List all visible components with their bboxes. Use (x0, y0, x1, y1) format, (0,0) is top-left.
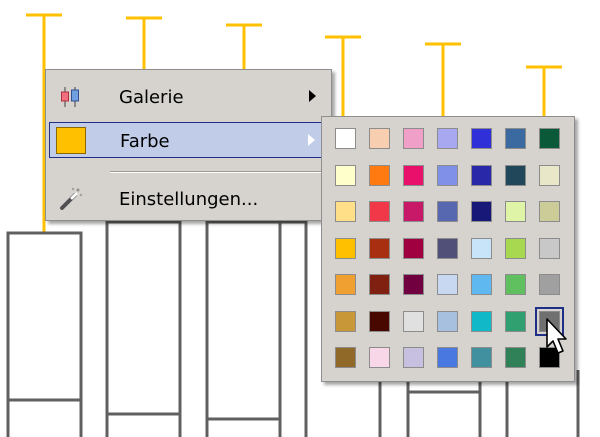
color-swatch-7[interactable] (335, 164, 356, 186)
box-2 (105, 220, 182, 437)
color-swatch-icon (56, 127, 86, 154)
color-swatch-45[interactable] (437, 347, 458, 368)
submenu-arrow-icon (309, 90, 316, 102)
color-swatch-9[interactable] (403, 164, 424, 186)
color-swatch-18[interactable] (471, 201, 492, 222)
menu-item-label: Farbe (120, 131, 170, 152)
color-swatch-4[interactable] (471, 128, 492, 149)
color-swatch-30[interactable] (403, 274, 424, 295)
color-swatch-22[interactable] (369, 237, 390, 259)
magic-wand-icon (60, 187, 83, 210)
color-swatch-6[interactable] (539, 128, 560, 149)
color-swatch-21[interactable] (335, 237, 356, 259)
color-swatch-42[interactable] (335, 347, 356, 368)
color-swatch-5[interactable] (505, 128, 526, 149)
color-swatch-1[interactable] (369, 128, 390, 149)
color-swatch-25[interactable] (471, 237, 492, 259)
color-swatch-32[interactable] (471, 274, 492, 295)
color-swatch-39[interactable] (471, 310, 492, 332)
color-swatch-15[interactable] (369, 201, 390, 222)
color-swatch-13[interactable] (539, 164, 560, 186)
color-swatch-31[interactable] (437, 274, 458, 295)
color-swatch-26[interactable] (505, 237, 526, 259)
color-swatch-35[interactable] (335, 310, 356, 332)
color-swatch-23[interactable] (403, 237, 424, 259)
color-swatch-34[interactable] (539, 274, 560, 295)
color-swatch-14[interactable] (335, 201, 356, 222)
color-palette-submenu (321, 116, 575, 382)
color-swatch-11[interactable] (471, 164, 492, 186)
color-swatch-20[interactable] (539, 201, 560, 222)
color-swatch-29[interactable] (369, 274, 390, 295)
color-swatch-10[interactable] (437, 164, 458, 186)
color-swatch-43[interactable] (369, 347, 390, 368)
color-swatch-44[interactable] (403, 347, 424, 368)
box-1 (6, 231, 83, 437)
mouse-pointer-icon (546, 318, 567, 354)
color-swatch-47[interactable] (505, 347, 526, 368)
color-swatch-24[interactable] (437, 237, 458, 259)
color-swatch-46[interactable] (471, 347, 492, 368)
menu-item-einstellungen[interactable]: Einstellungen... (49, 181, 328, 217)
color-swatch-38[interactable] (437, 310, 458, 332)
context-menu: Galerie Farbe Einstellungen... (45, 69, 332, 221)
color-swatch-2[interactable] (403, 128, 424, 149)
color-swatch-19[interactable] (505, 201, 526, 222)
color-swatch-12[interactable] (505, 164, 526, 186)
color-swatch-8[interactable] (369, 164, 390, 186)
box-3 (205, 220, 282, 437)
menu-item-farbe[interactable]: Farbe (49, 122, 328, 158)
submenu-arrow-icon (308, 134, 315, 146)
color-swatch-16[interactable] (403, 201, 424, 222)
color-swatch-36[interactable] (369, 310, 390, 332)
color-swatch-3[interactable] (437, 128, 458, 149)
menu-item-label: Einstellungen... (119, 189, 259, 210)
color-swatch-0[interactable] (335, 128, 356, 149)
color-swatch-17[interactable] (437, 201, 458, 222)
menu-item-galerie[interactable]: Galerie (49, 79, 328, 115)
menu-item-label: Galerie (119, 87, 184, 108)
menu-separator (110, 171, 325, 173)
color-swatch-28[interactable] (335, 274, 356, 295)
color-swatch-33[interactable] (505, 274, 526, 295)
box-4 (278, 220, 308, 437)
color-swatch-37[interactable] (403, 310, 424, 332)
gallery-icon (61, 87, 79, 107)
color-swatch-27[interactable] (539, 237, 560, 259)
color-swatch-40[interactable] (505, 310, 526, 332)
